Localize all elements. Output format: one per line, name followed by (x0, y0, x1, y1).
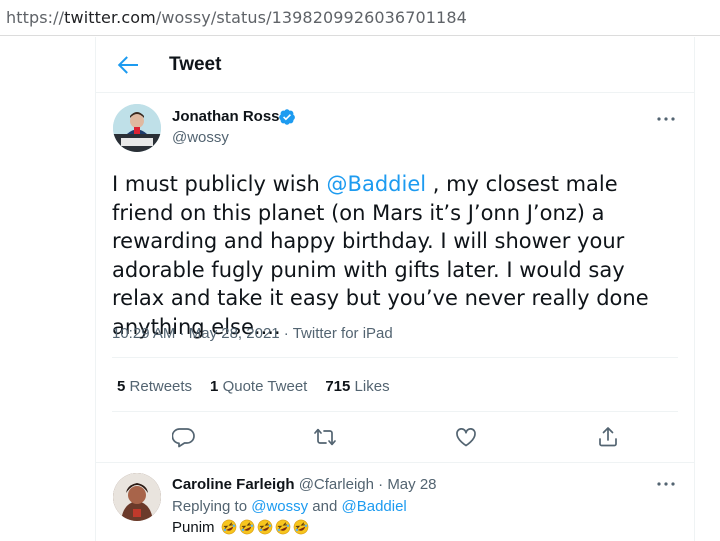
reply-header: Caroline Farleigh @Cfarleigh · May 28 (172, 476, 437, 493)
like-icon (456, 428, 476, 447)
tweet-stats: 5 Retweets 1 Quote Tweet 715 Likes (117, 378, 408, 395)
reply-icon (172, 428, 195, 448)
likes-stat[interactable]: 715 Likes (325, 378, 389, 395)
rolling-on-the-floor-laughing-emoji (239, 519, 255, 535)
reply-author-handle[interactable]: @Cfarleigh (299, 476, 374, 493)
reply-author-avatar[interactable] (113, 473, 161, 521)
divider (96, 462, 694, 463)
reply-author-name[interactable]: Caroline Farleigh (172, 476, 295, 493)
tweet-more-button[interactable] (654, 107, 678, 131)
share-icon (599, 427, 617, 447)
url-host: twitter.com (64, 8, 156, 27)
likes-label: Likes (354, 378, 390, 395)
tweet-time[interactable]: 10:29 AM (112, 325, 175, 342)
quote-tweets-stat[interactable]: 1 Quote Tweet (210, 378, 307, 395)
url-text[interactable]: https://twitter.com/wossy/status/1398209… (6, 8, 467, 27)
reply-text-content: Punim (172, 519, 215, 536)
tweet-timestamp: 10:29 AM · May 28, 2021 · Twitter for iP… (112, 325, 393, 342)
reply-date[interactable]: May 28 (387, 476, 436, 493)
rolling-on-the-floor-laughing-emoji (275, 519, 291, 535)
retweets-count: 5 (117, 378, 126, 395)
reply-separator: · (373, 476, 388, 493)
meta-separator: · (175, 325, 189, 342)
verified-badge-icon (279, 109, 295, 125)
rolling-on-the-floor-laughing-emoji (293, 519, 309, 535)
page-header: Tweet (96, 37, 694, 93)
retweets-stat[interactable]: 5 Retweets (117, 378, 192, 395)
tweet-text-part1: I must publicly wish (112, 172, 327, 196)
more-icon (657, 482, 675, 486)
replying-and: and (308, 498, 342, 515)
rolling-on-the-floor-laughing-emoji (257, 519, 273, 535)
page-title: Tweet (169, 54, 222, 75)
quotes-count: 1 (210, 378, 219, 395)
tweet-text-part2: , my closest male friend on this planet … (112, 172, 649, 339)
retweet-button[interactable] (313, 425, 337, 449)
divider (112, 411, 678, 412)
back-button[interactable] (114, 51, 142, 79)
replying-to-mention-2[interactable]: @Baddiel (342, 498, 407, 515)
author-handle[interactable]: @wossy (172, 129, 229, 146)
back-arrow-icon (117, 56, 138, 74)
replying-to-mention-1[interactable]: @wossy (251, 498, 308, 515)
author-avatar[interactable] (113, 104, 161, 152)
reply-text: Punim (172, 519, 309, 536)
tweet-text: I must publicly wish @Baddiel , my close… (112, 170, 682, 341)
reply-button[interactable] (172, 425, 196, 449)
more-icon (657, 117, 675, 121)
retweet-icon (314, 428, 336, 446)
likes-count: 715 (325, 378, 351, 395)
url-scheme: https:// (6, 8, 65, 27)
tweet-mention-link[interactable]: @Baddiel (327, 172, 427, 196)
rolling-on-the-floor-laughing-emoji (221, 519, 237, 535)
replying-prefix: Replying to (172, 498, 252, 515)
main-column: Tweet Jonathan Ross @wossy I must public… (95, 37, 695, 541)
reply-more-button[interactable] (654, 472, 678, 496)
divider (112, 357, 678, 358)
like-button[interactable] (454, 425, 478, 449)
browser-address-bar[interactable]: https://twitter.com/wossy/status/1398209… (0, 0, 720, 36)
tweet-date[interactable]: May 28, 2021 (189, 325, 280, 342)
quotes-label: Quote Tweet (222, 378, 308, 395)
emoji-row (219, 519, 309, 536)
retweets-label: Retweets (129, 378, 193, 395)
replying-to: Replying to @wossy and @Baddiel (172, 498, 407, 515)
tweet-source[interactable]: Twitter for iPad (293, 325, 393, 342)
author-name[interactable]: Jonathan Ross (172, 108, 280, 125)
share-button[interactable] (596, 425, 620, 449)
url-path: /wossy/status/1398209926036701184 (155, 8, 467, 27)
meta-separator: · (279, 325, 293, 342)
